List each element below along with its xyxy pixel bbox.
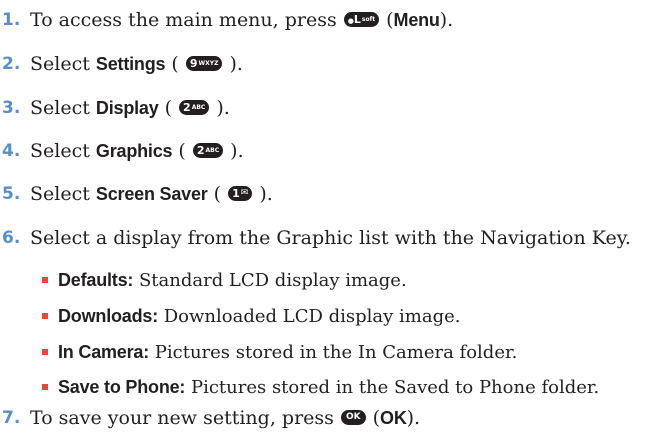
step-pre-text: Select: [30, 97, 96, 119]
bullet-icon: [42, 277, 48, 283]
step-text: Select Display ( 2ABC ).: [30, 94, 230, 122]
option-label: Save to Phone:: [58, 377, 186, 397]
key-label: 2: [183, 100, 191, 114]
step-number: 3.: [2, 98, 21, 118]
bullet-icon: [42, 349, 48, 355]
bullet-icon: [42, 384, 48, 390]
key-9-icon: 9WXYZ: [185, 55, 223, 71]
option-desc: Pictures stored in the In Camera folder.: [149, 342, 518, 363]
step-text: To save your new setting, press OK (OK).: [30, 404, 420, 432]
option-label: Downloads:: [58, 306, 158, 326]
key-sublabel: soft: [361, 15, 376, 23]
step-pre-text: To save your new setting, press: [30, 407, 340, 429]
step-paren-open: (: [380, 9, 394, 31]
option-desc: Downloaded LCD display image.: [158, 306, 461, 327]
step-paren-open: (: [172, 140, 192, 162]
step-number: 4.: [2, 141, 21, 161]
key-label: 2: [196, 143, 205, 157]
key-sublabel: ABC: [191, 103, 206, 111]
step-paren-close: ).: [253, 183, 273, 205]
step-text: Select Screen Saver ( 1✉ ).: [30, 180, 273, 208]
step-text: Select Graphics ( 2ABC ).: [30, 137, 244, 165]
step-number: 7.: [2, 408, 21, 428]
key-label: OK: [345, 411, 361, 422]
step-pre-text: To access the main menu, press: [30, 9, 343, 31]
key-sublabel: ✉: [240, 187, 249, 198]
step-paren-open: (: [207, 183, 228, 205]
key-2-icon: 2ABC: [192, 142, 224, 158]
option-desc: Pictures stored in the Saved to Phone fo…: [185, 377, 600, 398]
step-number: 5.: [2, 184, 21, 204]
key-sublabel: WXYZ: [198, 59, 219, 67]
key-1-voicemail-icon: 1✉: [228, 185, 253, 201]
option-text: Downloads: Downloaded LCD display image.: [58, 302, 460, 331]
step-paren-open: (: [158, 97, 179, 119]
option-text: Defaults: Standard LCD display image.: [58, 266, 407, 295]
instruction-page: 1. To access the main menu, press ●Lsoft…: [0, 0, 647, 434]
left-softkey-icon: ●Lsoft: [343, 11, 380, 27]
step-pre-text: Select: [30, 183, 96, 205]
step-text: Select Settings ( 9WXYZ ).: [30, 50, 243, 78]
step-paren-open: (: [165, 53, 185, 75]
step-paren-close: ).: [224, 140, 244, 162]
step-paren-close: ).: [406, 407, 421, 429]
key-label: 1: [232, 186, 240, 200]
step-bold-term: OK: [380, 408, 407, 428]
step-bold-term: Display: [95, 98, 159, 118]
step-bold-term: Screen Saver: [95, 184, 208, 204]
step-pre-text: Select: [30, 140, 96, 162]
option-desc: Standard LCD display image.: [133, 270, 407, 291]
step-bold-term: Menu: [393, 10, 440, 30]
step-bold-term: Graphics: [95, 141, 173, 161]
step-number: 1.: [2, 10, 21, 30]
step-bold-term: Settings: [95, 54, 166, 74]
step-paren-close: ).: [210, 97, 230, 119]
key-label: L: [353, 12, 361, 26]
bullet-icon: [42, 313, 48, 319]
ok-camera-key-icon: OK: [340, 409, 366, 425]
step-paren-close: ).: [223, 53, 243, 75]
option-label: In Camera:: [58, 342, 150, 362]
option-text: In Camera: Pictures stored in the In Cam…: [58, 338, 517, 367]
step-paren-open: (: [366, 407, 381, 429]
option-label: Defaults:: [58, 270, 134, 290]
key-label: 9: [189, 56, 198, 70]
step-paren-close: ).: [439, 9, 454, 31]
step-text: Select a display from the Graphic list w…: [30, 227, 631, 249]
step-pre-text: Select: [30, 53, 96, 75]
key-2-icon: 2ABC: [179, 99, 210, 115]
option-text: Save to Phone: Pictures stored in the Sa…: [58, 373, 599, 402]
step-number: 6.: [2, 228, 21, 248]
step-number: 2.: [2, 54, 21, 74]
step-text: To access the main menu, press ●Lsoft (M…: [30, 6, 453, 34]
key-sublabel: ABC: [205, 146, 220, 154]
